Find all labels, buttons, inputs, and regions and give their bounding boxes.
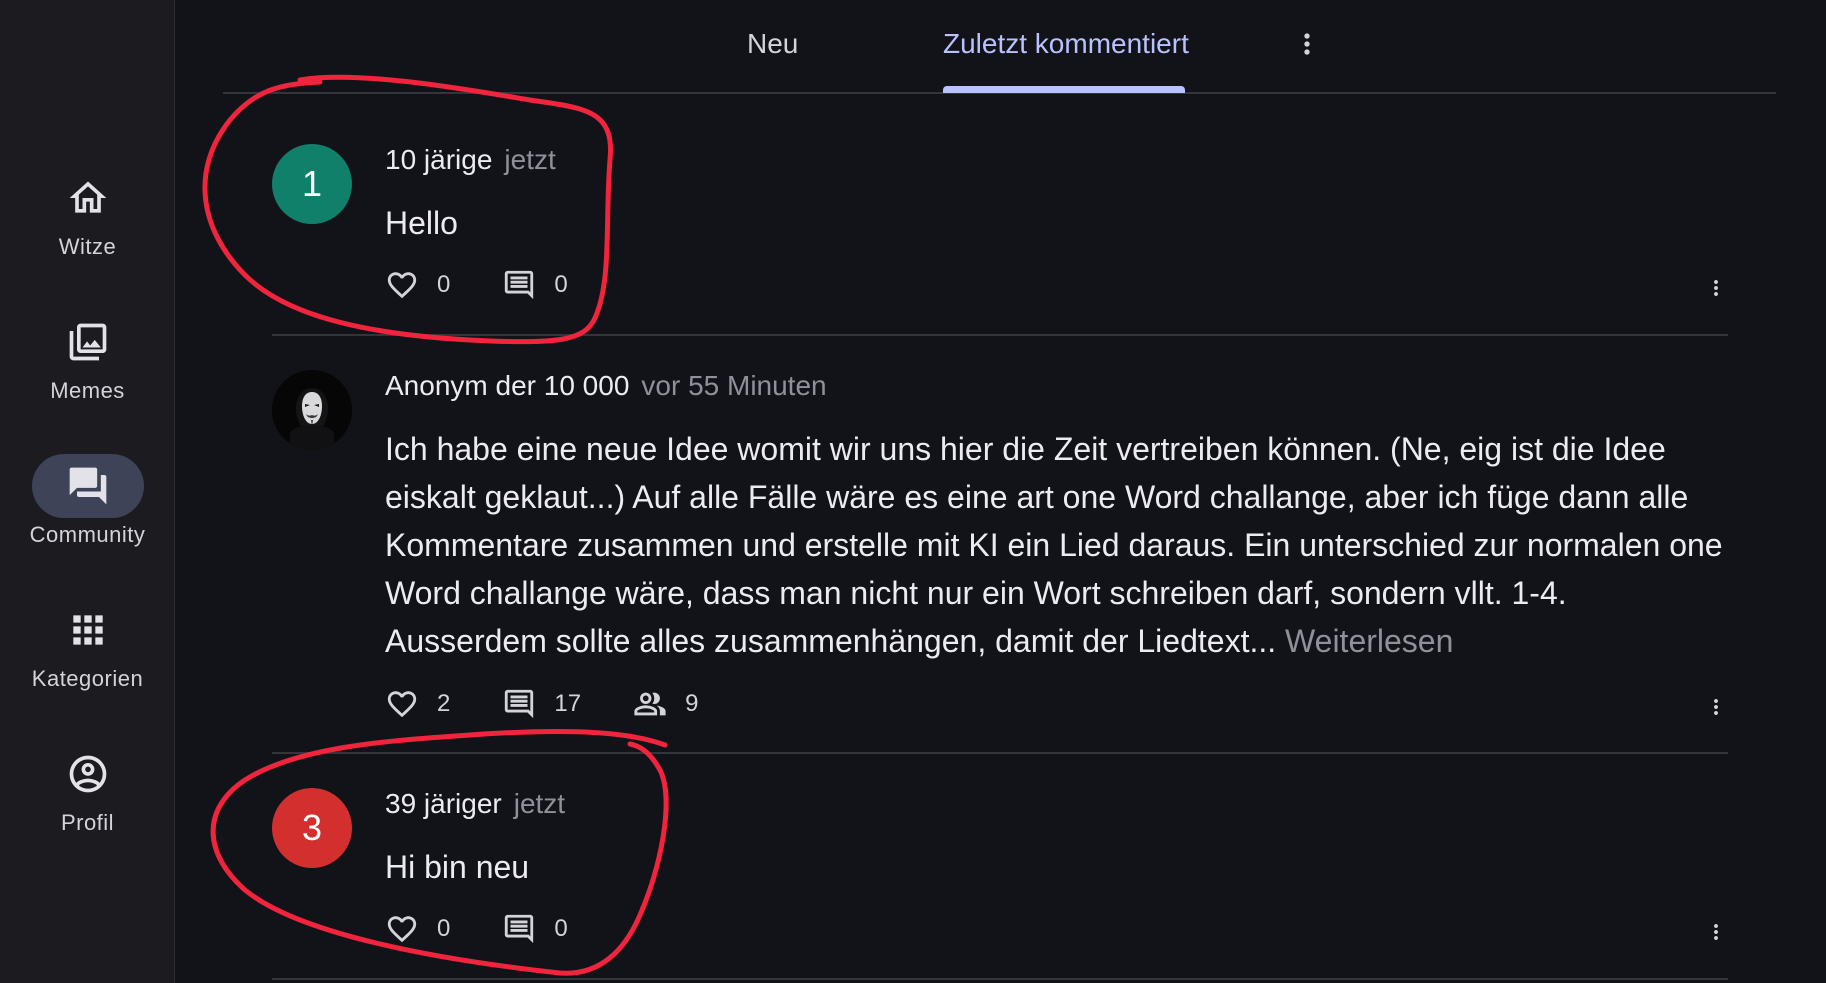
like-button[interactable]: 0 (385, 268, 450, 302)
nav-item-memes[interactable]: Memes (0, 310, 175, 404)
more-vert-icon (1714, 699, 1718, 715)
post-header: 10 järige jetzt (385, 144, 556, 176)
post-text[interactable]: Hi bin neu (385, 843, 1730, 891)
comment-button[interactable]: 0 (502, 268, 568, 302)
post-actions: 2 17 9 (385, 687, 750, 721)
post-item[interactable]: Anonym der 10 000 vor 55 Minuten Ich habe… (272, 370, 1728, 754)
post-header: 39 järiger jetzt (385, 788, 565, 820)
home-icon (69, 181, 106, 213)
tab-zuletzt-kommentiert[interactable]: Zuletzt kommentiert (943, 28, 1189, 60)
post-header: Anonym der 10 000 vor 55 Minuten (385, 370, 827, 402)
active-tab-indicator (943, 86, 1185, 93)
read-more-link[interactable]: Weiterlesen (1285, 623, 1453, 659)
heart-outline-icon (387, 272, 417, 299)
author-name[interactable]: Anonym der 10 000 (385, 370, 629, 401)
like-button[interactable]: 2 (385, 687, 450, 721)
heart-outline-icon (387, 691, 417, 718)
more-options-button[interactable] (1291, 26, 1323, 62)
nav-label: Kategorien (31, 666, 144, 691)
more-vert-icon (1714, 924, 1718, 940)
people-outline-icon (634, 692, 666, 716)
nav-item-kategorien[interactable]: Kategorien (0, 598, 175, 692)
post-time: jetzt (504, 144, 556, 175)
author-name[interactable]: 10 järige (385, 144, 492, 175)
nav-item-community[interactable]: Community (0, 454, 175, 548)
like-count: 0 (437, 271, 451, 298)
nav-label: Profil (60, 810, 115, 835)
more-vert-icon (1304, 33, 1310, 55)
anonymous-mask-icon (272, 370, 352, 450)
comment-count: 0 (554, 271, 568, 298)
post-more-button[interactable] (1704, 271, 1728, 305)
avatar[interactable] (272, 370, 352, 450)
post-text[interactable]: Ich habe eine neue Idee womit wir uns hi… (385, 425, 1730, 665)
comment-icon (505, 914, 534, 944)
post-more-button[interactable] (1704, 690, 1728, 724)
comment-count: 17 (554, 690, 582, 717)
heart-outline-icon (387, 916, 417, 943)
nav-label: Community (29, 522, 146, 547)
nav-item-witze[interactable]: Witze (0, 166, 175, 260)
comment-icon (505, 270, 534, 300)
post-more-button[interactable] (1704, 915, 1728, 949)
participants-indicator[interactable]: 9 (633, 687, 698, 721)
like-count: 0 (437, 915, 451, 942)
tab-neu[interactable]: Neu (747, 28, 798, 60)
comment-button[interactable]: 17 (502, 687, 581, 721)
avatar[interactable]: 3 (272, 788, 352, 868)
community-feed: Neu Zuletzt kommentiert 1 10 järige jetzt… (175, 0, 1826, 983)
nav-label: Witze (58, 234, 117, 259)
nav-label: Memes (50, 378, 125, 403)
post-actions: 0 0 (385, 268, 620, 302)
sort-tabs: Neu Zuletzt kommentiert (223, 0, 1776, 94)
comment-button[interactable]: 0 (502, 912, 568, 946)
more-vert-icon (1714, 280, 1718, 296)
post-actions: 0 0 (385, 912, 620, 946)
photo-library-icon (69, 323, 106, 361)
post-time: jetzt (513, 788, 566, 819)
like-button[interactable]: 0 (385, 912, 450, 946)
comment-icon (505, 689, 534, 719)
avatar[interactable]: 1 (272, 144, 352, 224)
account-circle-icon (69, 755, 106, 793)
post-text-content: Ich habe eine neue Idee womit wir uns hi… (385, 431, 1723, 659)
participant-count: 9 (685, 690, 699, 717)
navigation-rail: Witze Memes Community Kategorien Profil (0, 0, 175, 983)
comment-count: 0 (554, 915, 568, 942)
post-time: vor 55 Minuten (641, 370, 827, 401)
post-item[interactable]: 1 10 järige jetzt Hello 0 0 (272, 144, 1728, 336)
author-name[interactable]: 39 järiger (385, 788, 502, 819)
grid-icon (72, 615, 103, 645)
nav-item-profil[interactable]: Profil (0, 742, 175, 836)
like-count: 2 (437, 690, 451, 717)
post-text[interactable]: Hello (385, 199, 1730, 247)
post-item[interactable]: 3 39 järiger jetzt Hi bin neu 0 0 (272, 788, 1728, 980)
forum-icon (69, 467, 106, 505)
